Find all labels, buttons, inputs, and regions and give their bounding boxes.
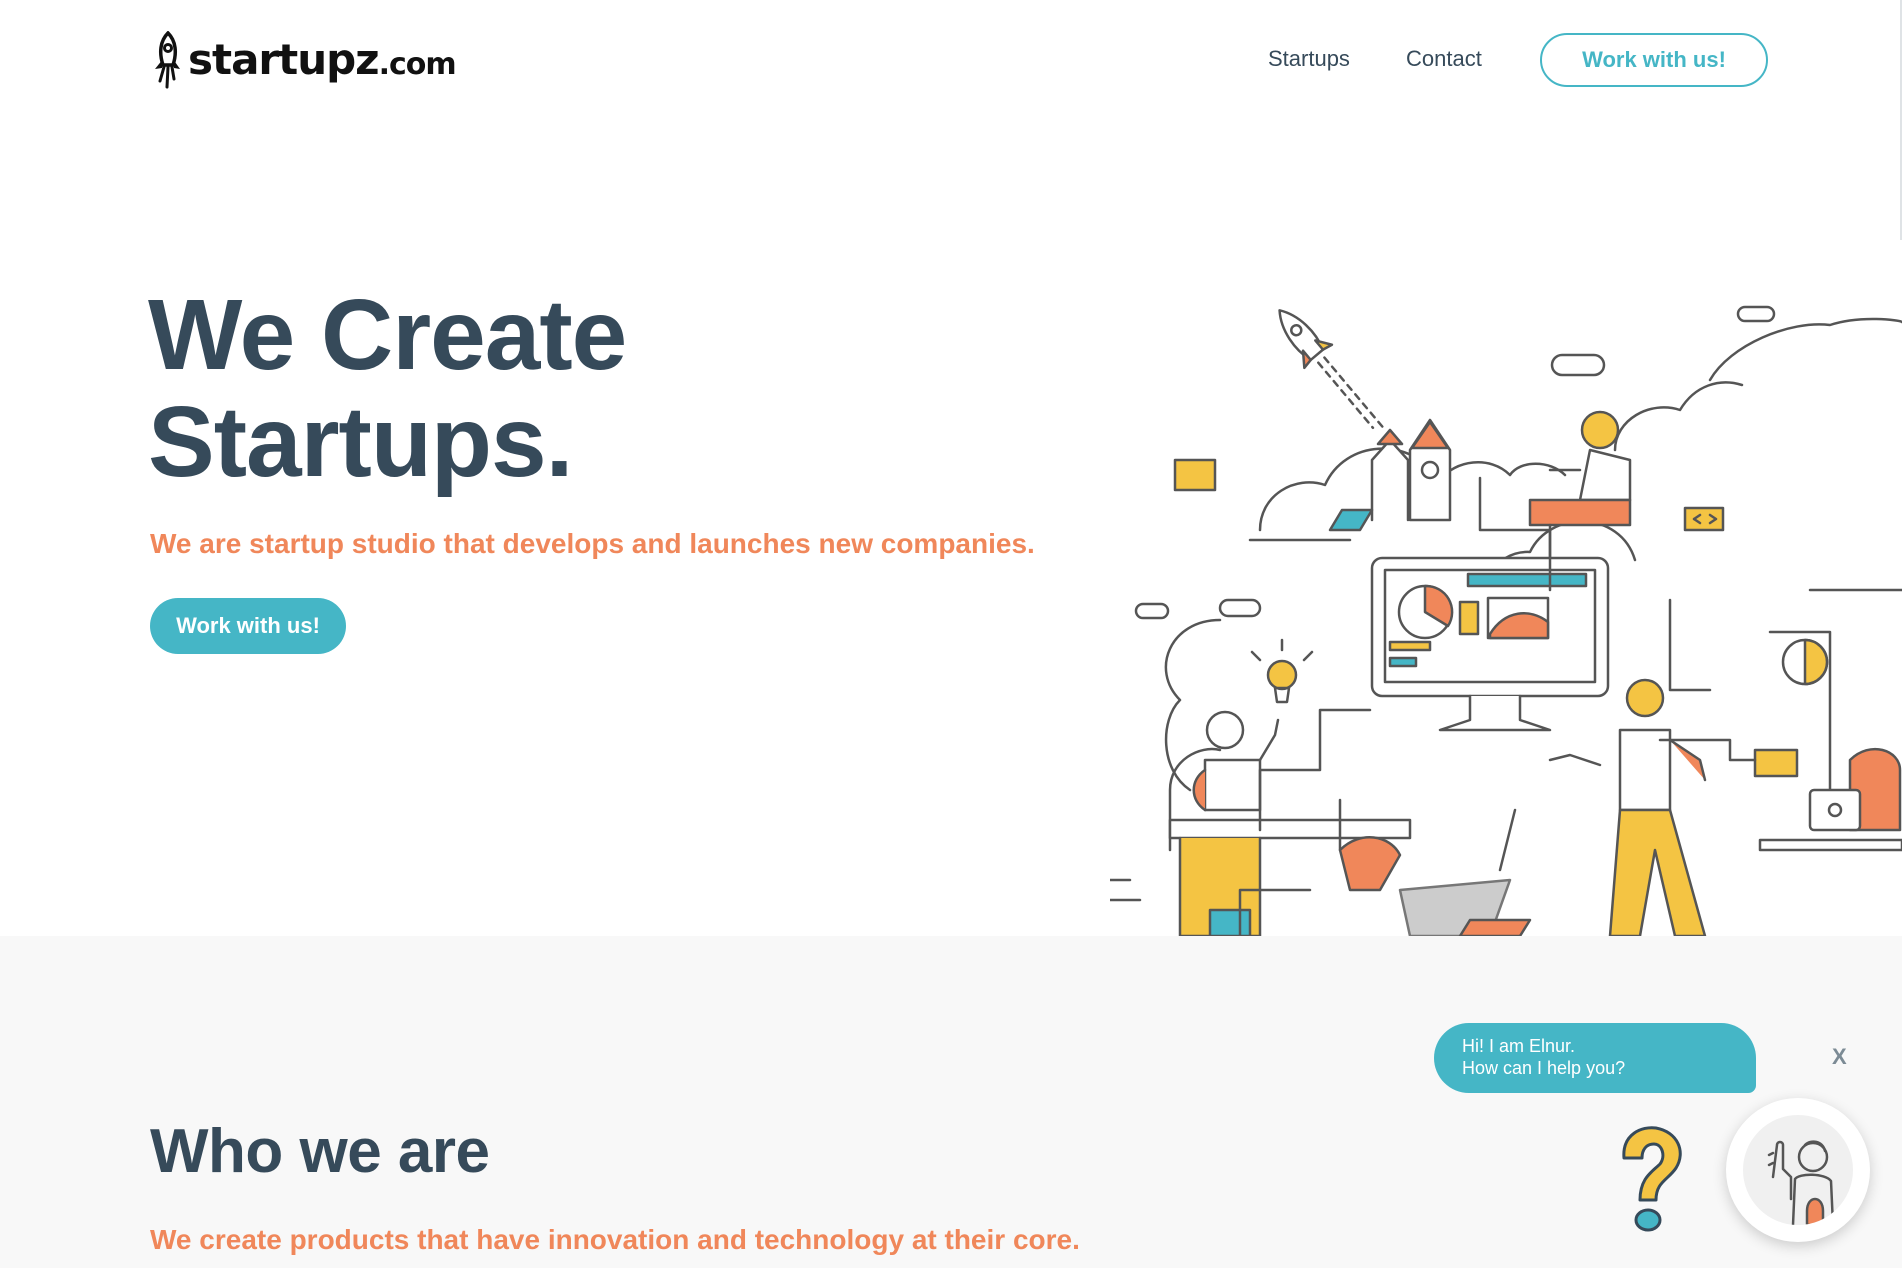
logo-wordmark: startupz: [188, 35, 380, 84]
chat-greeting-line2: How can I help you?: [1462, 1058, 1626, 1078]
logo-suffix: .com: [378, 47, 457, 82]
question-mark-icon: [1622, 1126, 1682, 1232]
nav-startups[interactable]: Startups: [1268, 46, 1350, 72]
nav-contact[interactable]: Contact: [1406, 46, 1482, 72]
hero-illustration: [1110, 305, 1902, 936]
chat-avatar-icon: [1743, 1115, 1853, 1225]
hero-subtitle: We are startup studio that develops and …: [150, 528, 1035, 559]
logo-text: startupz.com: [188, 39, 457, 82]
chat-greeting-line1: Hi! I am Elnur.: [1462, 1036, 1576, 1056]
hero-work-with-us-button[interactable]: Work with us!: [150, 598, 346, 654]
chat-greeting-bubble[interactable]: Hi! I am Elnur. How can I help you?: [1434, 1023, 1756, 1093]
hero-title-line1: We Create: [148, 279, 627, 391]
header-work-with-us-button[interactable]: Work with us!: [1540, 33, 1768, 87]
rocket-logo-icon: [155, 31, 180, 89]
chat-avatar-button[interactable]: [1726, 1098, 1870, 1242]
who-we-are-title: Who we are: [150, 1117, 490, 1186]
hero-title-line2: Startups.: [148, 386, 573, 498]
chat-close-button[interactable]: X: [1832, 1044, 1847, 1070]
site-header: startupz.com Startups Contact Work with …: [0, 0, 1902, 240]
hero-title: We Create Startups.: [148, 279, 627, 498]
logo[interactable]: startupz.com: [150, 30, 457, 90]
who-we-are-subtitle: We create products that have innovation …: [150, 1224, 1080, 1255]
